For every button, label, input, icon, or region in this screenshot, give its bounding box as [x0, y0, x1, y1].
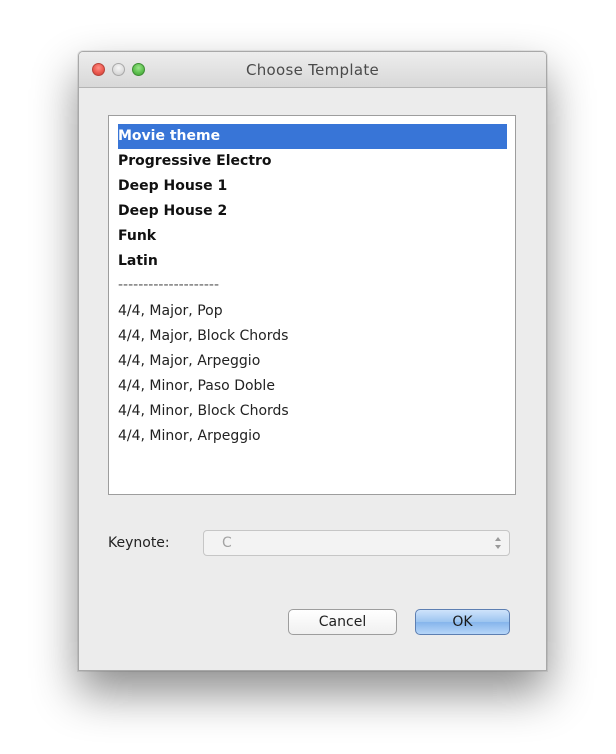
template-item-major-arpeggio[interactable]: 4/4, Major, Arpeggio [118, 349, 507, 374]
template-item-minor-arpeggio[interactable]: 4/4, Minor, Arpeggio [118, 424, 507, 449]
updown-arrows-icon [495, 537, 501, 549]
template-item-minor-paso-doble[interactable]: 4/4, Minor, Paso Doble [118, 374, 507, 399]
keynote-selected-value: C [222, 535, 232, 551]
template-item-movie-theme[interactable]: Movie theme [118, 124, 507, 149]
template-list[interactable]: Movie theme Progressive Electro Deep Hou… [108, 115, 516, 495]
template-item-deep-house-1[interactable]: Deep House 1 [118, 174, 507, 199]
choose-template-dialog: Choose Template Movie theme Progressive … [78, 51, 547, 671]
template-item-major-pop[interactable]: 4/4, Major, Pop [118, 299, 507, 324]
template-item-deep-house-2[interactable]: Deep House 2 [118, 199, 507, 224]
keynote-select[interactable]: C [203, 530, 510, 556]
template-item-major-block-chords[interactable]: 4/4, Major, Block Chords [118, 324, 507, 349]
ok-button[interactable]: OK [415, 609, 510, 635]
cancel-button[interactable]: Cancel [288, 609, 397, 635]
template-item-progressive-electro[interactable]: Progressive Electro [118, 149, 507, 174]
title-bar[interactable]: Choose Template [79, 52, 546, 88]
template-item-latin[interactable]: Latin [118, 249, 507, 274]
keynote-label: Keynote: [108, 535, 170, 551]
template-list-separator: -------------------- [118, 277, 220, 293]
template-item-minor-block-chords[interactable]: 4/4, Minor, Block Chords [118, 399, 507, 424]
window-title: Choose Template [245, 61, 380, 79]
template-item-funk[interactable]: Funk [118, 224, 507, 249]
